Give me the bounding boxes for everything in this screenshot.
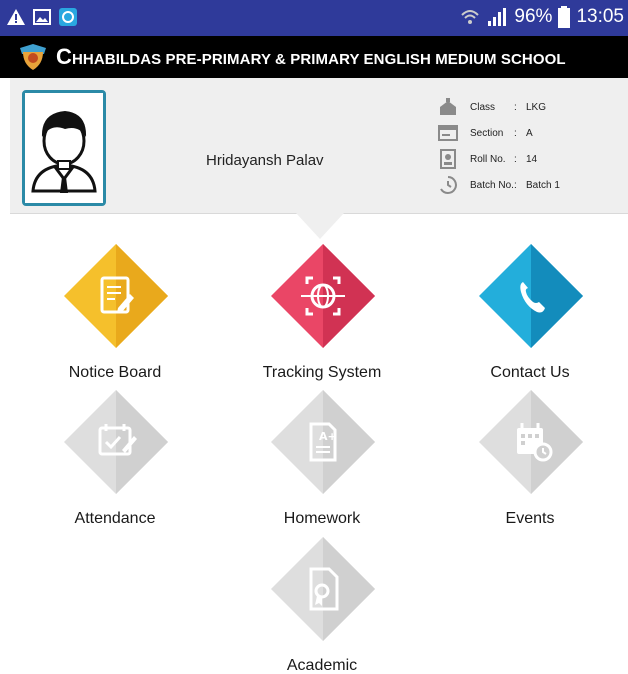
cell-signal-icon	[488, 8, 507, 26]
attendance-icon	[64, 390, 168, 494]
sync-icon	[59, 8, 77, 26]
tile-attendance[interactable]: Attendance	[45, 390, 185, 540]
student-info: Class: LKG Section: A Roll No.: 14 Batch…	[438, 94, 628, 198]
info-row-batch: Batch No.: Batch 1	[438, 172, 628, 198]
section-value: A	[526, 127, 533, 139]
status-bar: 96% 13:05	[0, 0, 628, 36]
id-badge-icon	[440, 149, 456, 169]
events-calendar-icon	[479, 390, 583, 494]
info-row-roll: Roll No.: 14	[438, 146, 628, 172]
roll-label: Roll No.	[470, 153, 506, 165]
profile-card-pointer	[296, 213, 344, 239]
class-label: Class	[470, 101, 496, 113]
homework-button[interactable]: A+	[271, 390, 375, 494]
info-row-section: Section: A	[438, 120, 628, 146]
battery-icon	[558, 6, 571, 28]
svg-text:A+: A+	[319, 430, 337, 443]
homework-icon: A+	[271, 390, 375, 494]
class-value: LKG	[526, 101, 547, 113]
student-avatar-icon	[25, 93, 103, 203]
app-bar: CHHABILDAS PRE-PRIMARY & PRIMARY ENGLISH…	[0, 36, 628, 78]
info-row-roll-colon: :	[514, 153, 517, 165]
info-row-class: Class: LKG	[438, 94, 628, 120]
events-label: Events	[505, 510, 555, 527]
section-board-icon	[438, 125, 458, 141]
section-label: Section	[470, 127, 504, 139]
tile-tracking-system[interactable]: Tracking System	[252, 244, 392, 394]
tile-academic[interactable]: Academic	[252, 537, 392, 674]
school-title-rest: HHABILDAS PRE-PRIMARY & PRIMARY ENGLISH …	[72, 51, 566, 68]
tracking-globe-icon	[271, 244, 375, 348]
notice-board-button[interactable]	[64, 244, 168, 348]
contact-us-label: Contact Us	[490, 364, 570, 381]
contact-us-button[interactable]	[479, 244, 583, 348]
student-name: Hridayansh Palav	[206, 152, 324, 169]
info-row-section-colon: :	[514, 127, 517, 139]
battery-percent: 96%	[514, 6, 553, 27]
homework-label: Homework	[283, 510, 361, 527]
attendance-button[interactable]	[64, 390, 168, 494]
academic-button[interactable]	[271, 537, 375, 641]
student-profile-card: Hridayansh Palav Class: LKG Section: A R…	[10, 78, 628, 214]
tile-contact-us[interactable]: Contact Us	[460, 244, 600, 394]
tile-events[interactable]: Events	[460, 390, 600, 540]
roll-value: 14	[526, 153, 538, 165]
warning-icon	[7, 9, 25, 25]
clock: 13:05	[576, 6, 624, 27]
tracking-system-label: Tracking System	[262, 364, 382, 381]
school-crest-icon	[20, 44, 46, 70]
notice-board-icon	[64, 244, 168, 348]
image-icon	[33, 9, 51, 25]
events-button[interactable]	[479, 390, 583, 494]
avatar[interactable]	[22, 90, 106, 206]
batch-clock-icon	[440, 176, 457, 194]
class-building-icon	[440, 98, 456, 115]
info-row-batch-colon: :	[514, 179, 517, 191]
school-title: CHHABILDAS PRE-PRIMARY & PRIMARY ENGLISH…	[56, 44, 566, 70]
wifi-icon	[461, 10, 480, 24]
tile-notice-board[interactable]: Notice Board	[45, 244, 185, 394]
attendance-label: Attendance	[74, 510, 156, 527]
info-row-class-colon: :	[514, 101, 517, 113]
school-title-initial: C	[56, 44, 72, 69]
batch-value: Batch 1	[526, 179, 560, 191]
academic-label: Academic	[286, 657, 358, 674]
tracking-system-button[interactable]	[271, 244, 375, 348]
notification-icons	[6, 7, 78, 27]
phone-icon	[479, 244, 583, 348]
batch-label: Batch No.	[470, 179, 514, 191]
tile-homework[interactable]: A+ Homework	[252, 390, 392, 540]
notice-board-label: Notice Board	[68, 364, 162, 381]
academic-certificate-icon	[271, 537, 375, 641]
system-status: 96% 13:05	[460, 6, 624, 28]
